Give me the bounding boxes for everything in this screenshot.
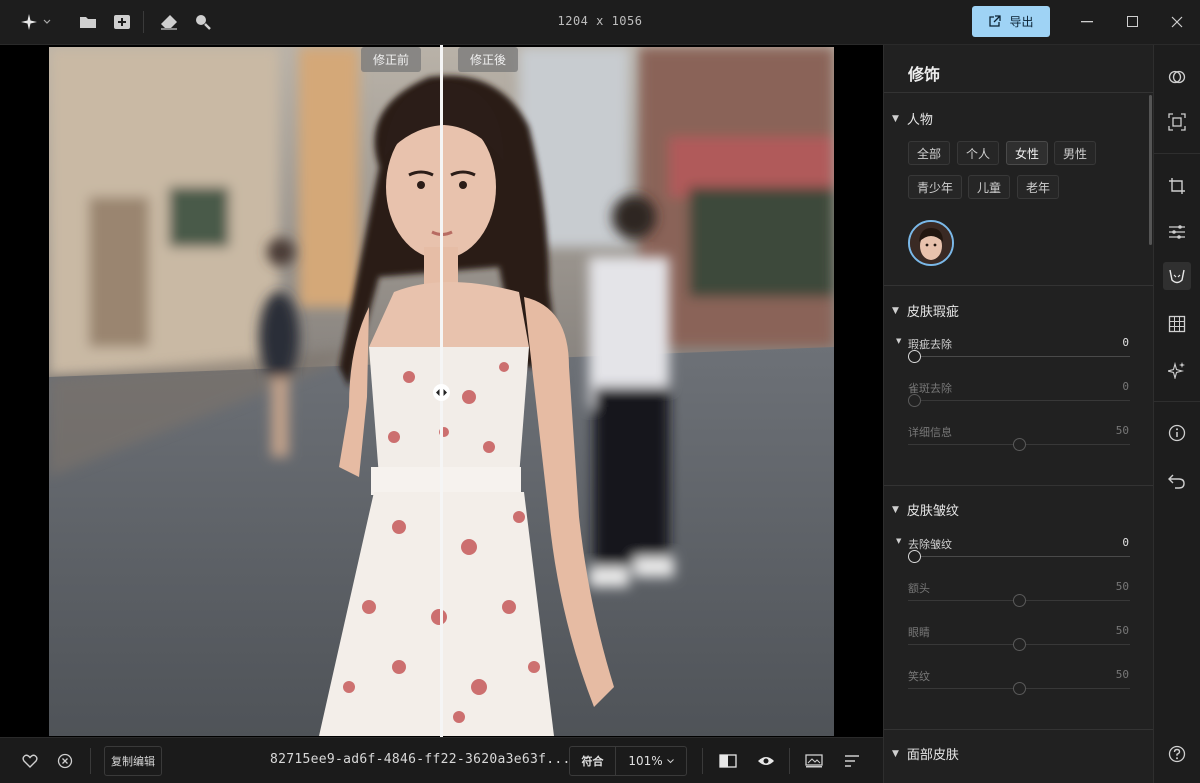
chip-senior[interactable]: 老年 — [1017, 175, 1060, 199]
section-blemish-header[interactable]: ▼ 皮肤瑕疵 — [892, 301, 959, 320]
bottom-toolbar: 复制编辑 82715ee9-ad6f-4846-ff22-3620a3e63f.… — [0, 737, 883, 783]
slider-value[interactable]: 50 — [1116, 580, 1129, 593]
before-label: 修正前 — [361, 47, 422, 72]
slider-thumb[interactable] — [908, 394, 921, 407]
bottombar-divider — [90, 748, 91, 774]
panel-scrollbar[interactable] — [1149, 95, 1152, 245]
chip-child[interactable]: 儿童 — [968, 175, 1011, 199]
section-face-skin-header[interactable]: ▼ 面部皮肤 — [892, 744, 959, 763]
arrows-left-right-icon — [436, 389, 447, 396]
caret-down-icon: ▼ — [892, 504, 899, 515]
panel-title: 修饰 — [908, 65, 941, 84]
help-icon[interactable] — [1165, 742, 1189, 766]
slider-value[interactable]: 0 — [1122, 336, 1129, 349]
chip-female[interactable]: 女性 — [1006, 141, 1049, 165]
after-label: 修正後 — [458, 47, 519, 72]
copy-edit-button[interactable]: 复制编辑 — [104, 746, 162, 776]
undo-icon[interactable] — [1165, 469, 1189, 493]
close-window-icon[interactable] — [1166, 12, 1188, 32]
slider-label: 详细信息 — [908, 426, 952, 439]
zoom-value: 101% — [628, 754, 663, 768]
caret-down-icon: ▼ — [892, 305, 899, 316]
caret-down-icon: ▼ — [892, 113, 899, 124]
tool-rail — [1153, 45, 1200, 783]
slider-track[interactable] — [908, 556, 1130, 557]
grid-icon[interactable] — [1165, 312, 1189, 336]
slider-thumb[interactable] — [1013, 594, 1026, 607]
zoom-control: 符合 101% — [569, 746, 687, 776]
slider-track[interactable] — [908, 400, 1130, 401]
slider-thumb[interactable] — [1013, 682, 1026, 695]
export-button[interactable]: 导出 — [972, 6, 1050, 37]
section-person-title: 人物 — [906, 113, 933, 128]
rail-divider — [1154, 153, 1200, 154]
section-wrinkle-header[interactable]: ▼ 皮肤皱纹 — [892, 500, 959, 519]
file-name: 82715ee9-ad6f-4846-ff22-3620a3e63f... — [270, 752, 571, 767]
slider-thumb[interactable] — [908, 550, 921, 563]
slider-label: 额头 — [908, 582, 930, 595]
slider-thumb[interactable] — [908, 350, 921, 363]
slider-value[interactable]: 50 — [1116, 624, 1129, 637]
slider-thumb[interactable] — [1013, 438, 1026, 451]
compare-split-handle[interactable] — [433, 384, 450, 401]
face-frame-icon[interactable] — [1165, 110, 1189, 134]
rail-divider — [1154, 401, 1200, 402]
retouch-panel: 修饰 ▼ 人物 全部 个人 女性 男性 青少年 儿童 老年 ▼ 皮肤瑕疵 ▼ 皮… — [883, 45, 1153, 783]
info-icon[interactable] — [1165, 421, 1189, 445]
panel-divider — [884, 285, 1153, 286]
slider-label: 眼睛 — [908, 626, 930, 639]
slider-value[interactable]: 0 — [1122, 380, 1129, 393]
panel-divider — [884, 92, 1153, 93]
export-label: 导出 — [1009, 15, 1034, 29]
slider-value[interactable]: 50 — [1116, 668, 1129, 681]
eye-icon[interactable] — [756, 751, 776, 771]
detected-face-avatar[interactable] — [908, 220, 954, 266]
maximize-icon[interactable] — [1122, 12, 1144, 32]
panel-divider — [884, 729, 1153, 730]
section-face-skin-title: 面部皮肤 — [906, 748, 959, 763]
chip-male[interactable]: 男性 — [1054, 141, 1097, 165]
export-icon — [989, 15, 1002, 27]
slider-label: 笑纹 — [908, 670, 930, 683]
crop-icon[interactable] — [1165, 174, 1189, 198]
top-toolbar: 1204 x 1056 导出 — [0, 0, 1200, 45]
bottombar-divider — [702, 748, 703, 774]
panel-divider — [884, 485, 1153, 486]
reject-icon[interactable] — [55, 751, 75, 771]
section-person-header[interactable]: ▼ 人物 — [892, 109, 933, 128]
slider-value[interactable]: 50 — [1116, 424, 1129, 437]
caret-down-icon[interactable]: ▼ — [896, 537, 901, 545]
heart-icon[interactable] — [20, 751, 40, 771]
chip-all[interactable]: 全部 — [908, 141, 951, 165]
sparkles-icon[interactable] — [1165, 358, 1189, 382]
sort-lines-icon[interactable] — [842, 751, 862, 771]
fit-button[interactable]: 符合 — [570, 747, 616, 775]
chip-individual[interactable]: 个人 — [957, 141, 1000, 165]
color-circles-icon[interactable] — [1165, 65, 1189, 89]
caret-down-icon: ▼ — [892, 748, 899, 759]
slider-track[interactable] — [908, 356, 1130, 357]
slider-value[interactable]: 0 — [1122, 536, 1129, 549]
chip-teen[interactable]: 青少年 — [908, 175, 963, 199]
caret-down-icon[interactable]: ▼ — [896, 337, 901, 345]
chevron-down-icon — [666, 758, 674, 763]
slider-thumb[interactable] — [1013, 638, 1026, 651]
minimize-icon[interactable] — [1076, 12, 1098, 32]
split-view-icon[interactable] — [718, 751, 738, 771]
zoom-dropdown[interactable]: 101% — [616, 754, 686, 768]
sliders-icon[interactable] — [1165, 220, 1189, 244]
retouch-face-icon[interactable] — [1163, 262, 1191, 290]
filmstrip-icon[interactable] — [804, 751, 824, 771]
bottombar-divider — [789, 748, 790, 774]
section-blemish-title: 皮肤瑕疵 — [906, 305, 959, 320]
section-wrinkle-title: 皮肤皱纹 — [906, 504, 959, 519]
